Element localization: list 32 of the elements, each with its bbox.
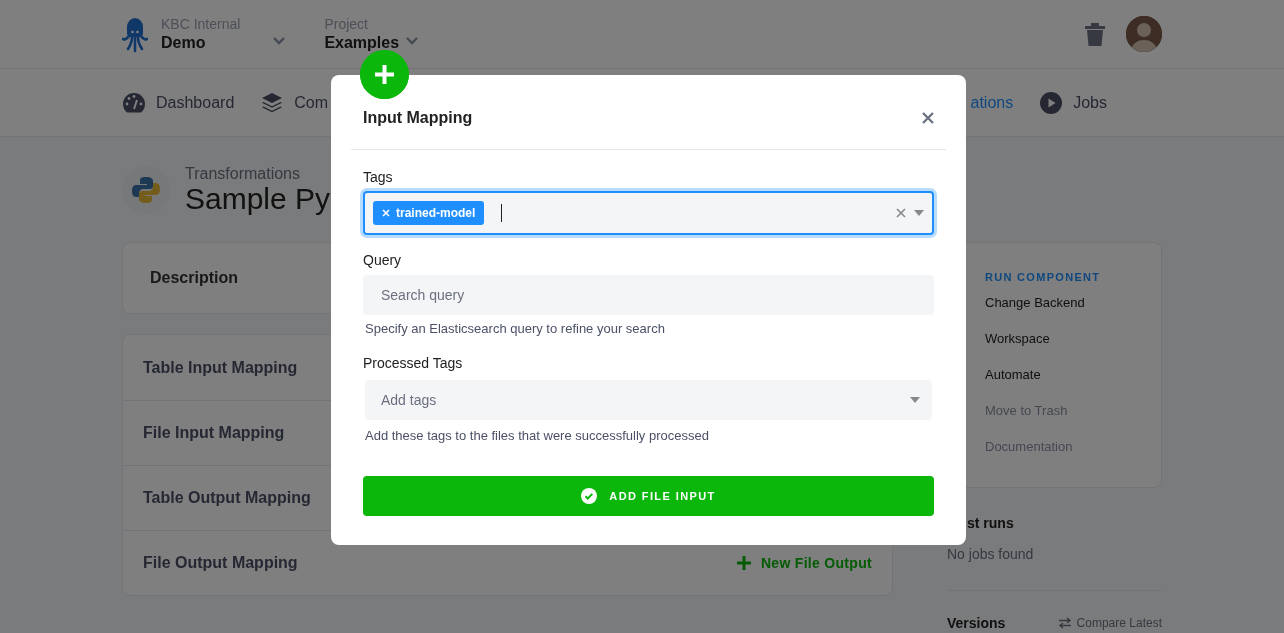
- section-title: Table Input Mapping: [143, 358, 298, 377]
- section-title: File Output Mapping: [143, 554, 298, 572]
- org-name[interactable]: Demo: [161, 32, 241, 53]
- tags-field[interactable]: trained-model: [363, 191, 934, 235]
- tags-select[interactable]: Add tags: [365, 380, 932, 420]
- new-output-button[interactable]: New File Output: [736, 555, 872, 571]
- section-title: Table Output Mapping: [143, 489, 311, 507]
- menu-item[interactable]: Change Backend: [985, 285, 1161, 321]
- section-heading: RUN COMPONENT: [985, 270, 1102, 285]
- page-title: Sample Py: [185, 183, 331, 215]
- menu-item[interactable]: Automate: [985, 357, 1161, 393]
- nav-tab[interactable]: ations: [970, 90, 1014, 115]
- section-title: Versions: [947, 615, 1007, 631]
- menu-item[interactable]: Workspace: [985, 321, 1161, 357]
- field-label: Query: [363, 251, 403, 270]
- compare-link[interactable]: Compare Latest: [1057, 616, 1162, 630]
- project-name[interactable]: Examples: [324, 32, 400, 53]
- breadcrumb-link[interactable]: Transformations: [185, 165, 331, 183]
- nav-tab[interactable]: Jobs: [1039, 90, 1107, 115]
- add-file-input-button[interactable]: ADD FILE INPUT: [363, 476, 934, 516]
- field-label: Processed Tags: [363, 354, 464, 373]
- help-text: Specify an Elasticsearch query to refine your search: [365, 321, 666, 337]
- dialog-title: Input Mapping: [363, 108, 474, 128]
- field-label: Tags: [363, 168, 394, 187]
- tag-chip[interactable]: trained-model: [373, 201, 485, 225]
- section-title: st runs: [967, 514, 1015, 533]
- query-field[interactable]: Search query: [363, 275, 934, 315]
- empty-text: No jobs found: [947, 545, 1035, 564]
- nav-tab[interactable]: Dashboard: [122, 91, 235, 114]
- section-title: File Input Mapping: [143, 424, 285, 442]
- help-text: Add these tags to the files that were successfully processed: [365, 428, 710, 444]
- nav-tab[interactable]: Com: [260, 90, 329, 115]
